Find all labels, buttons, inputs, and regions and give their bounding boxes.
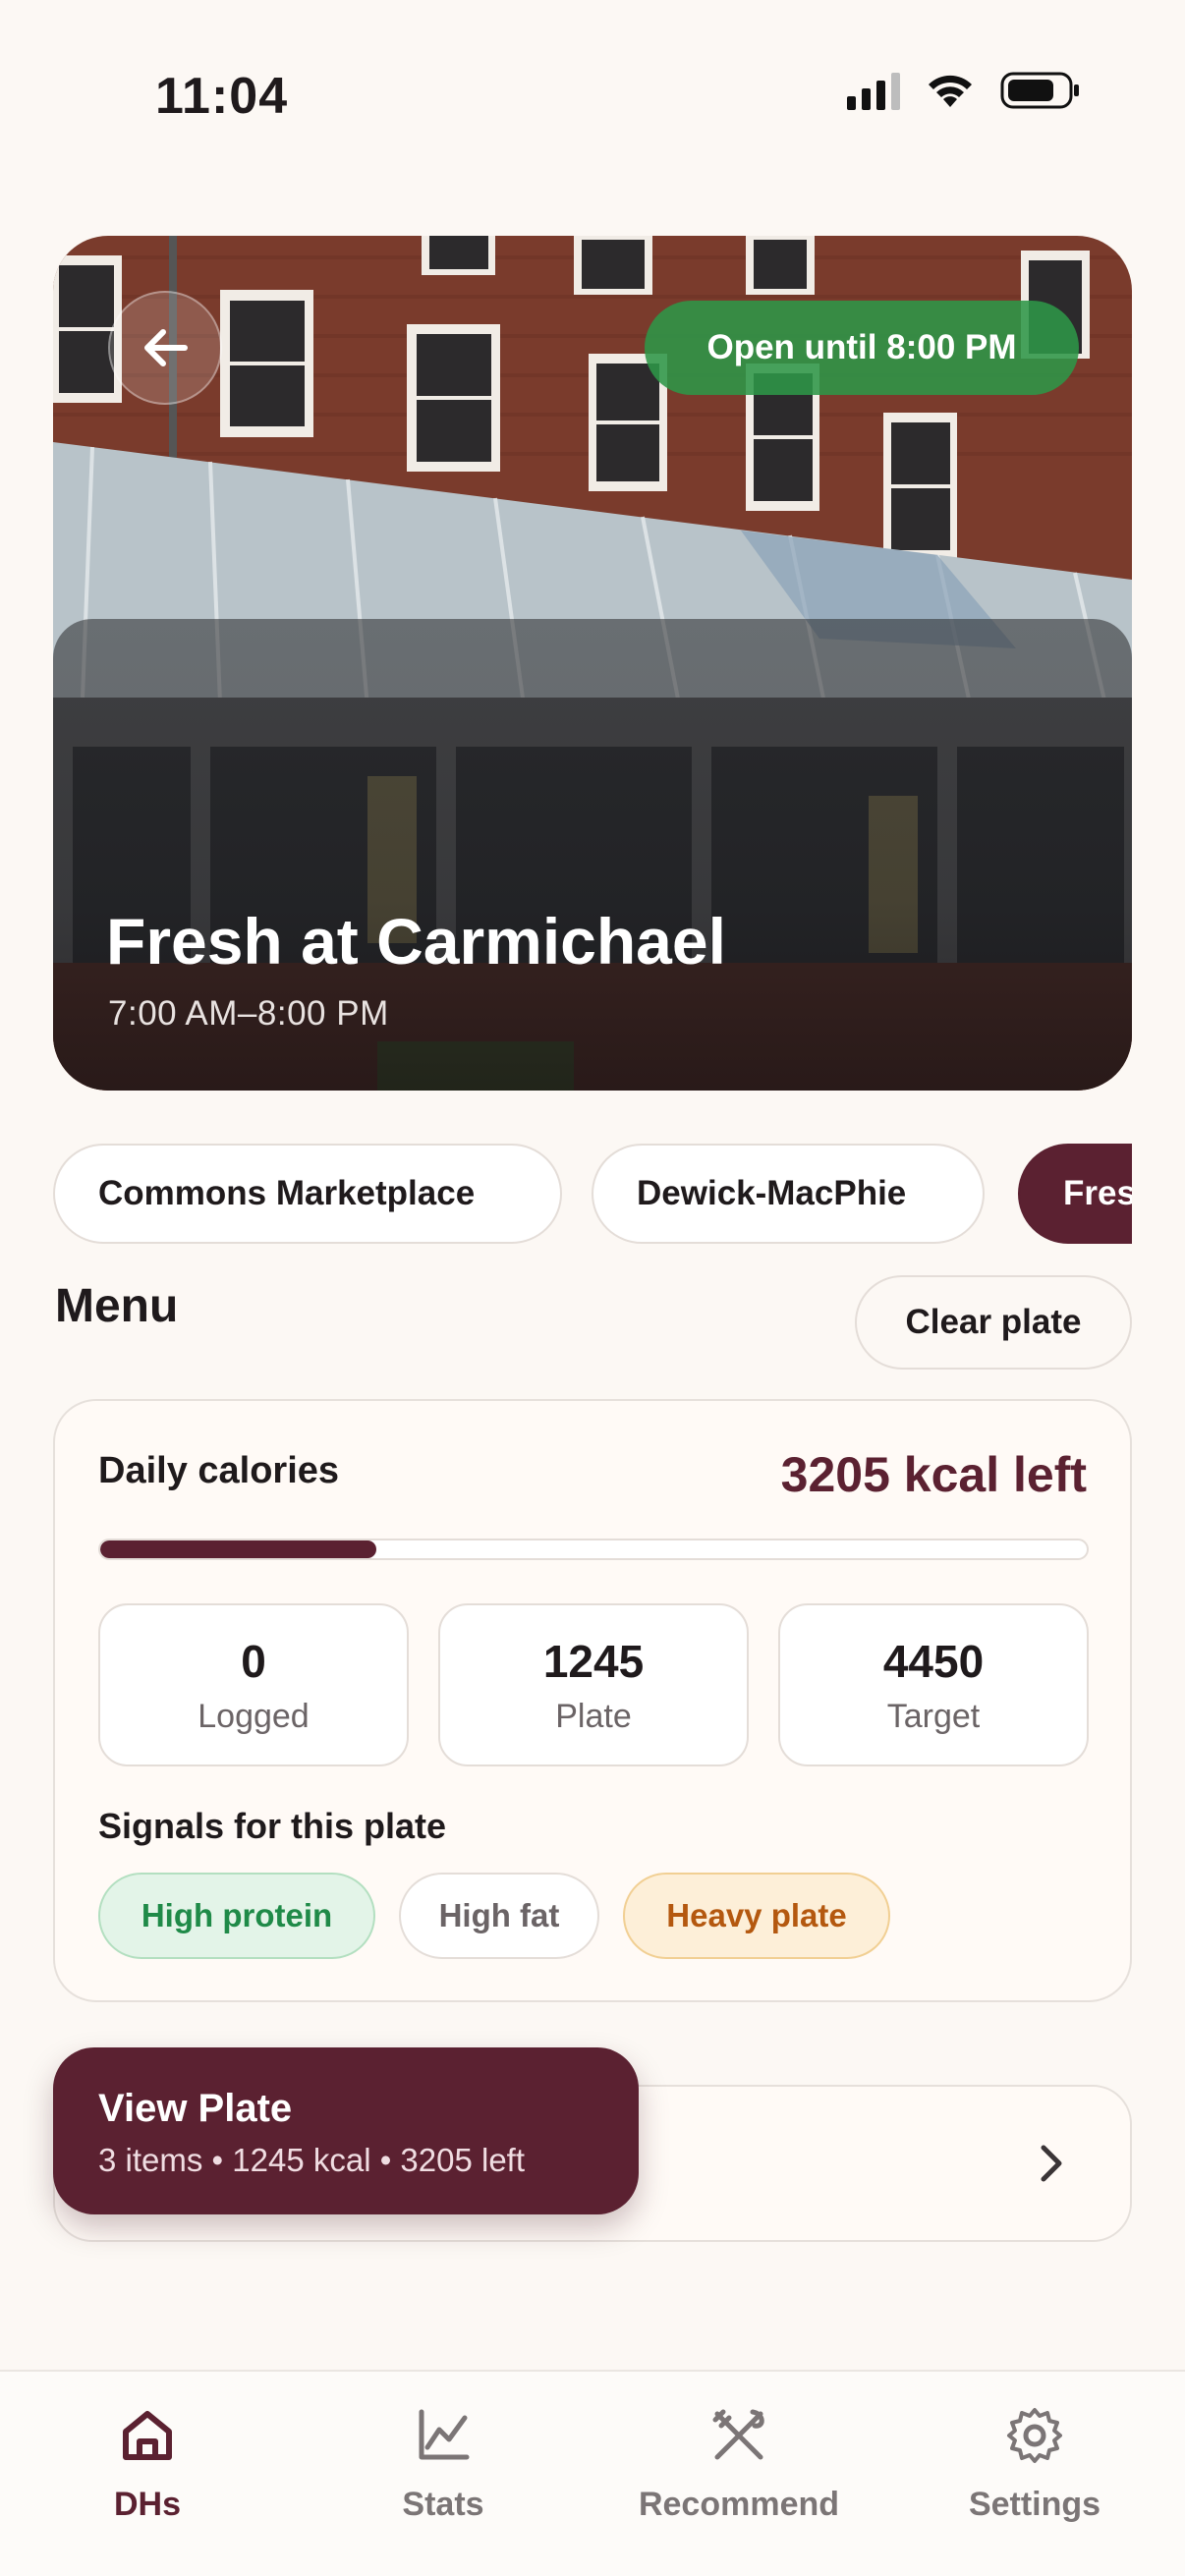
home-icon bbox=[123, 2411, 172, 2460]
utensils-crossed-icon bbox=[712, 2409, 764, 2460]
clear-plate-button[interactable]: Clear plate bbox=[855, 1275, 1132, 1370]
view-plate-title: View Plate bbox=[98, 2087, 293, 2130]
view-plate-button[interactable]: View Plate 3 items • 1245 kcal • 3205 le… bbox=[53, 2047, 639, 2214]
tab-stats[interactable]: Stats bbox=[325, 2401, 561, 2524]
stat-plate: 1245 Plate bbox=[438, 1603, 749, 1766]
daily-calories-label: Daily calories bbox=[98, 1450, 340, 1491]
arrow-left-icon bbox=[144, 329, 188, 366]
calories-left: 3205 kcal left bbox=[780, 1447, 1087, 1502]
dining-hall-title: Fresh at Carmichael bbox=[106, 905, 726, 978]
dining-hall-selector: Commons Marketplace Dewick-MacPhie Fresh… bbox=[53, 1144, 1132, 1246]
stat-label: Logged bbox=[198, 1698, 310, 1735]
status-bar: 11:04 bbox=[0, 0, 1185, 187]
status-time: 11:04 bbox=[155, 68, 289, 125]
tab-dhs[interactable]: DHs bbox=[29, 2401, 265, 2524]
hall-chip-fresh[interactable]: Fresh at Carmichael bbox=[1018, 1144, 1132, 1244]
stat-value: 0 bbox=[241, 1636, 266, 1687]
daily-calories-card: Daily calories 3205 kcal left 0 Logged 1… bbox=[53, 1399, 1132, 2002]
status-icons bbox=[847, 71, 1081, 110]
tab-settings[interactable]: Settings bbox=[917, 2401, 1153, 2524]
view-plate-summary: 3 items • 1245 kcal • 3205 left bbox=[98, 2142, 526, 2178]
signal-tag-heavy-plate: Heavy plate bbox=[623, 1873, 890, 1959]
tab-recommend[interactable]: Recommend bbox=[621, 2401, 857, 2524]
stat-label: Target bbox=[886, 1698, 981, 1735]
calorie-progress-fill bbox=[100, 1540, 377, 1558]
signal-tag-high-fat: High fat bbox=[399, 1873, 599, 1959]
bottom-tab-bar: DHs Stats Recommend Settings bbox=[0, 2370, 1185, 2576]
stat-value: 1245 bbox=[542, 1636, 645, 1687]
hall-chip-commons[interactable]: Commons Marketplace bbox=[53, 1144, 562, 1244]
dining-hall-hours: 7:00 AM–8:00 PM bbox=[108, 994, 389, 1033]
stat-target: 4450 Target bbox=[778, 1603, 1089, 1766]
stat-logged: 0 Logged bbox=[98, 1603, 409, 1766]
tab-label: Stats bbox=[402, 2486, 484, 2523]
hall-chip-dewick[interactable]: Dewick-MacPhie bbox=[592, 1144, 985, 1244]
dining-hall-hero: Open until 8:00 PM Fresh at Carmichael 7… bbox=[53, 236, 1132, 1091]
gear-icon bbox=[1007, 2408, 1062, 2463]
tab-label: DHs bbox=[113, 2486, 182, 2523]
back-button[interactable] bbox=[108, 291, 222, 405]
stat-value: 4450 bbox=[882, 1636, 985, 1687]
battery-icon bbox=[1000, 72, 1079, 109]
cellular-signal-icon bbox=[847, 71, 900, 110]
signals-title: Signals for this plate bbox=[98, 1806, 447, 1846]
tab-label: Settings bbox=[968, 2486, 1101, 2523]
wifi-icon bbox=[929, 75, 972, 107]
calorie-progress-bar bbox=[98, 1539, 1089, 1560]
signal-tag-high-protein: High protein bbox=[98, 1873, 375, 1959]
menu-title: Menu bbox=[55, 1280, 179, 1332]
chart-icon bbox=[419, 2409, 470, 2460]
stat-label: Plate bbox=[555, 1698, 632, 1735]
tab-label: Recommend bbox=[638, 2486, 840, 2523]
open-status-badge: Open until 8:00 PM bbox=[645, 301, 1079, 395]
chevron-right-icon bbox=[1041, 2145, 1062, 2182]
